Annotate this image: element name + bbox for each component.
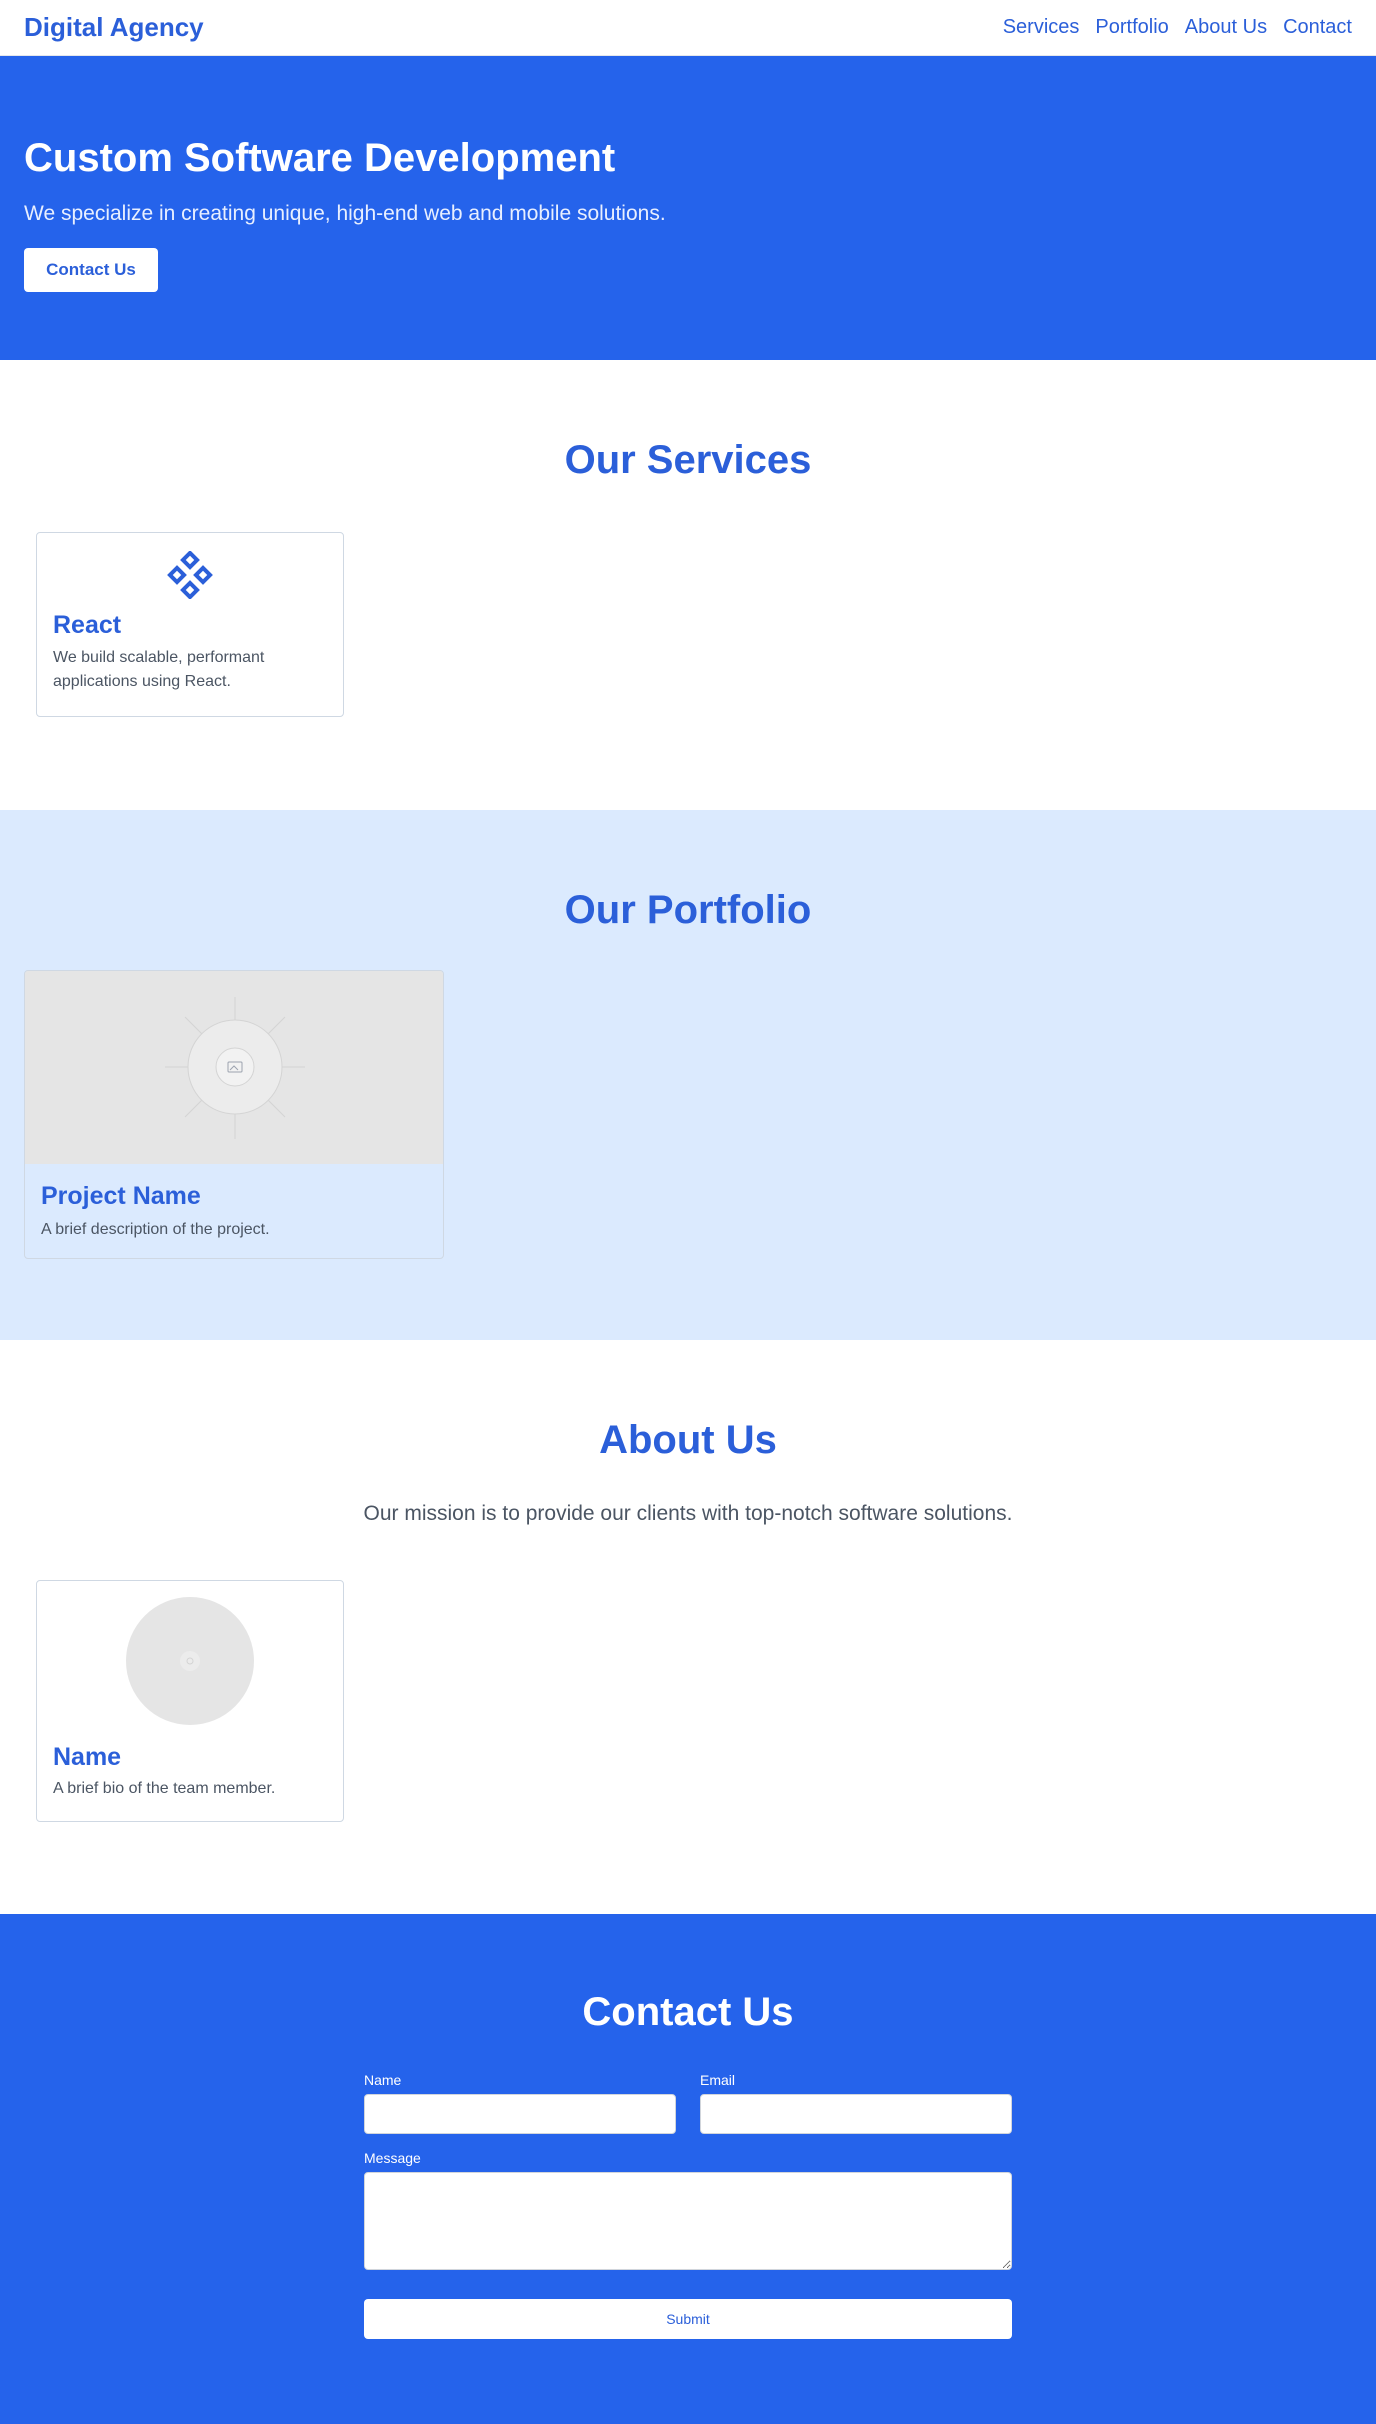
message-field[interactable] xyxy=(364,2172,1012,2270)
about-mission: Our mission is to provide our clients wi… xyxy=(363,1502,1013,1525)
email-field[interactable] xyxy=(700,2094,1012,2134)
service-description: We build scalable, performant applicatio… xyxy=(53,649,265,690)
brand-logo[interactable]: Digital Agency xyxy=(24,12,204,43)
contact-section: Contact Us Name Email Message Submit xyxy=(0,1914,1376,2424)
team-member-bio: A brief bio of the team member. xyxy=(53,1780,276,1797)
service-name: React xyxy=(53,611,122,639)
submit-button[interactable]: Submit xyxy=(364,2299,1012,2339)
react-icon xyxy=(167,551,213,599)
about-section: About Us Our mission is to provide our c… xyxy=(0,1340,1376,1914)
hero-subtitle: We specialize in creating unique, high-e… xyxy=(24,202,666,225)
hero-section: Custom Software Development We specializ… xyxy=(0,56,1376,360)
portfolio-card[interactable]: Project Name A brief description of the … xyxy=(24,970,444,1259)
name-label: Name xyxy=(364,2072,402,2088)
contact-form: Name Email Message Submit xyxy=(364,2072,1012,2339)
portfolio-title: Our Portfolio xyxy=(564,888,812,932)
portfolio-section: Our Portfolio Project Name A brief descr… xyxy=(0,810,1376,1340)
contact-title: Contact Us xyxy=(582,1990,794,2034)
services-section: Our Services React We build scalable, pe… xyxy=(0,360,1376,810)
contact-us-button[interactable]: Contact Us xyxy=(24,248,158,292)
about-title: About Us xyxy=(599,1418,777,1462)
team-member-name: Name xyxy=(53,1743,122,1771)
name-field[interactable] xyxy=(364,2094,676,2134)
service-card: React We build scalable, performant appl… xyxy=(36,532,344,717)
top-nav: Digital Agency Services Portfolio About … xyxy=(0,0,1376,56)
nav-link-about[interactable]: About Us xyxy=(1185,16,1267,39)
services-title: Our Services xyxy=(564,438,812,482)
project-description: A brief description of the project. xyxy=(41,1221,270,1238)
nav-link-portfolio[interactable]: Portfolio xyxy=(1095,16,1168,39)
message-label: Message xyxy=(364,2150,421,2166)
avatar-placeholder-icon xyxy=(180,1651,200,1671)
project-image xyxy=(25,971,443,1164)
hero-title: Custom Software Development xyxy=(24,136,616,180)
email-label: Email xyxy=(700,2072,736,2088)
nav-link-contact[interactable]: Contact xyxy=(1283,16,1352,39)
team-member-card: Name A brief bio of the team member. xyxy=(36,1580,344,1822)
nav-link-services[interactable]: Services xyxy=(1003,16,1080,39)
project-name: Project Name xyxy=(41,1182,201,1210)
avatar xyxy=(126,1597,254,1725)
nav-links: Services Portfolio About Us Contact xyxy=(1003,16,1352,39)
image-placeholder-icon xyxy=(165,997,305,1139)
